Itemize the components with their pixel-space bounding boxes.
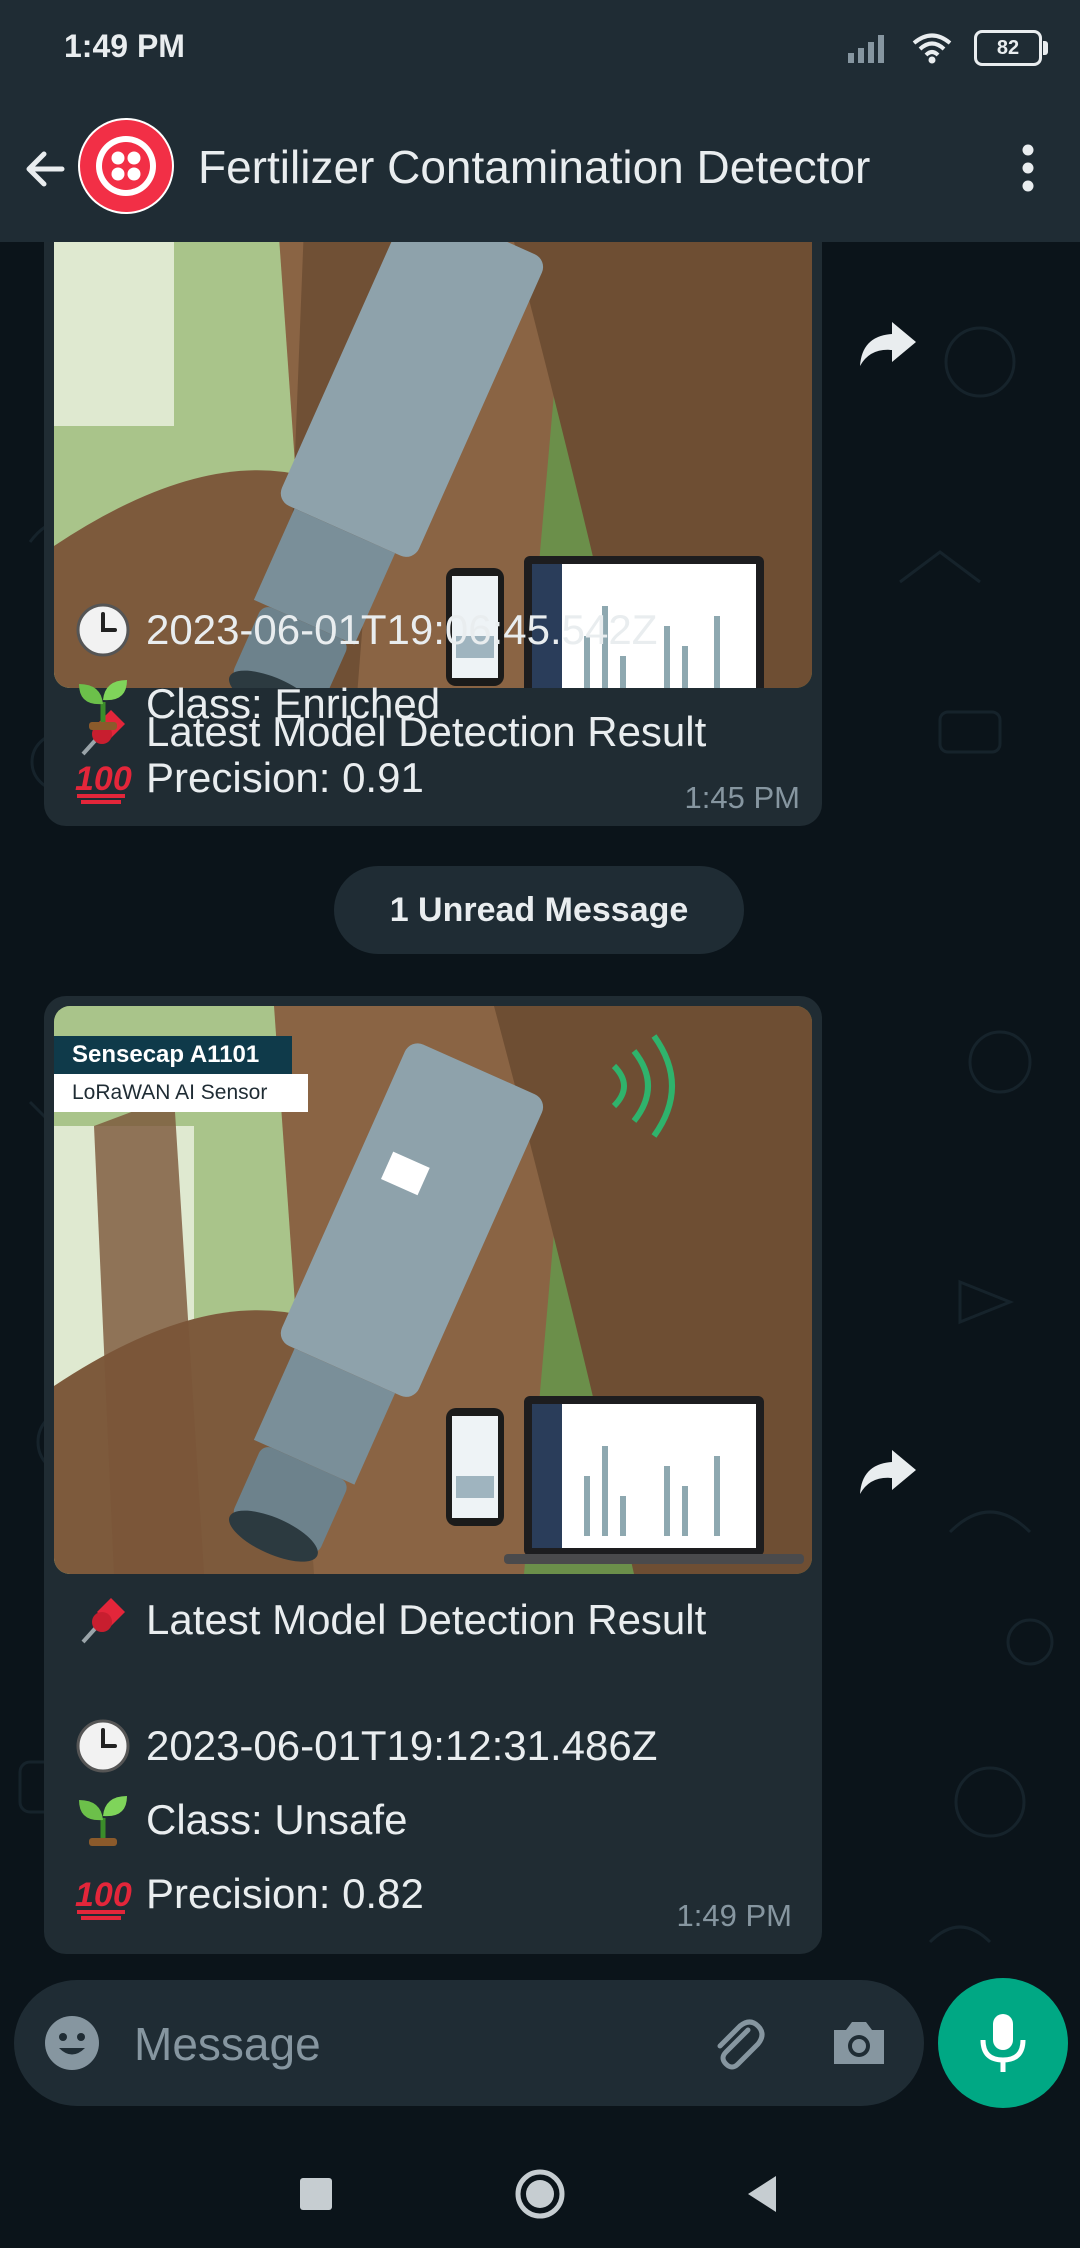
precision-line-2: 100 Precision: 0.82 xyxy=(72,1866,424,1922)
camera-icon[interactable] xyxy=(828,2012,890,2074)
class-line-1: Class: Enriched xyxy=(72,676,440,732)
sensor-photo-2[interactable]: Sensecap A1101 LoRaWAN AI Sensor xyxy=(54,1006,812,1574)
status-time: 1:49 PM xyxy=(64,28,185,64)
back-icon[interactable] xyxy=(742,2172,782,2216)
timestamp-line-2: 2023-06-01T19:12:31.486Z xyxy=(72,1718,657,1774)
class-line-2: Class: Unsafe xyxy=(72,1792,407,1848)
twilio-logo[interactable] xyxy=(78,118,174,214)
unread-divider: 1 Unread Message xyxy=(334,866,744,954)
message-composer xyxy=(14,1980,924,2106)
message-time-2: 1:49 PM xyxy=(676,1898,792,1933)
chat-header: Fertilizer Contamination Detector xyxy=(0,96,1080,242)
result-title: Latest Model Detection Result xyxy=(146,1596,707,1643)
battery-level: 82 xyxy=(996,36,1020,59)
seedling-icon xyxy=(72,676,134,732)
clock-icon xyxy=(72,1718,134,1774)
image-subtitle: LoRaWAN AI Sensor xyxy=(54,1074,308,1112)
image-badge: Sensecap A1101 xyxy=(54,1036,292,1074)
svg-text:100: 100 xyxy=(75,1876,132,1914)
battery-icon: 82 xyxy=(974,30,1048,66)
message-bubble-1[interactable]: Latest Model Detection Result xyxy=(44,242,822,826)
back-arrow-icon[interactable] xyxy=(18,141,74,197)
hundred-points-icon: 100 xyxy=(72,750,134,806)
precision-line-1: 100 Precision: 0.91 xyxy=(72,750,424,806)
pushpin-icon xyxy=(72,1592,134,1648)
detection-timestamp: 2023-06-01T19:12:31.486Z xyxy=(146,1722,658,1769)
clock-icon xyxy=(72,602,134,658)
timestamp-line-1: 2023-06-01T19:06:45.542Z xyxy=(72,602,657,658)
wifi-icon xyxy=(912,33,952,64)
mic-icon xyxy=(980,2014,1026,2072)
hundred-points-icon: 100 xyxy=(72,1866,134,1922)
detection-class: Class: Unsafe xyxy=(146,1796,408,1843)
chat-area[interactable]: Latest Model Detection Result 2023-06-01… xyxy=(0,242,1080,1982)
chat-title[interactable]: Fertilizer Contamination Detector xyxy=(198,140,870,194)
forward-icon[interactable] xyxy=(852,1436,924,1508)
detection-class: Class: Enriched xyxy=(146,680,441,727)
more-vert-icon[interactable] xyxy=(1000,136,1056,200)
status-bar: 1:49 PM 82 xyxy=(0,0,1080,96)
home-icon[interactable] xyxy=(512,2166,568,2222)
attach-icon[interactable] xyxy=(706,2012,768,2074)
detection-precision: Precision: 0.91 xyxy=(146,754,424,801)
message-input[interactable] xyxy=(132,2010,696,2078)
message-time-1: 1:45 PM xyxy=(684,780,800,815)
detection-precision: Precision: 0.82 xyxy=(146,1870,424,1917)
svg-text:100: 100 xyxy=(75,760,132,798)
recents-icon[interactable] xyxy=(296,2174,336,2214)
system-nav-bar xyxy=(0,2118,1080,2248)
message-bubble-2[interactable]: Sensecap A1101 LoRaWAN AI Sensor Latest … xyxy=(44,996,822,1954)
mic-button[interactable] xyxy=(938,1978,1068,2108)
forward-icon[interactable] xyxy=(852,308,924,380)
seedling-icon xyxy=(72,1792,134,1848)
result-title-line-2: Latest Model Detection Result xyxy=(72,1592,706,1648)
signal-icon xyxy=(848,35,884,63)
emoji-icon[interactable] xyxy=(42,2013,102,2073)
detection-timestamp: 2023-06-01T19:06:45.542Z xyxy=(146,606,658,653)
status-icons: 82 xyxy=(846,28,1048,68)
